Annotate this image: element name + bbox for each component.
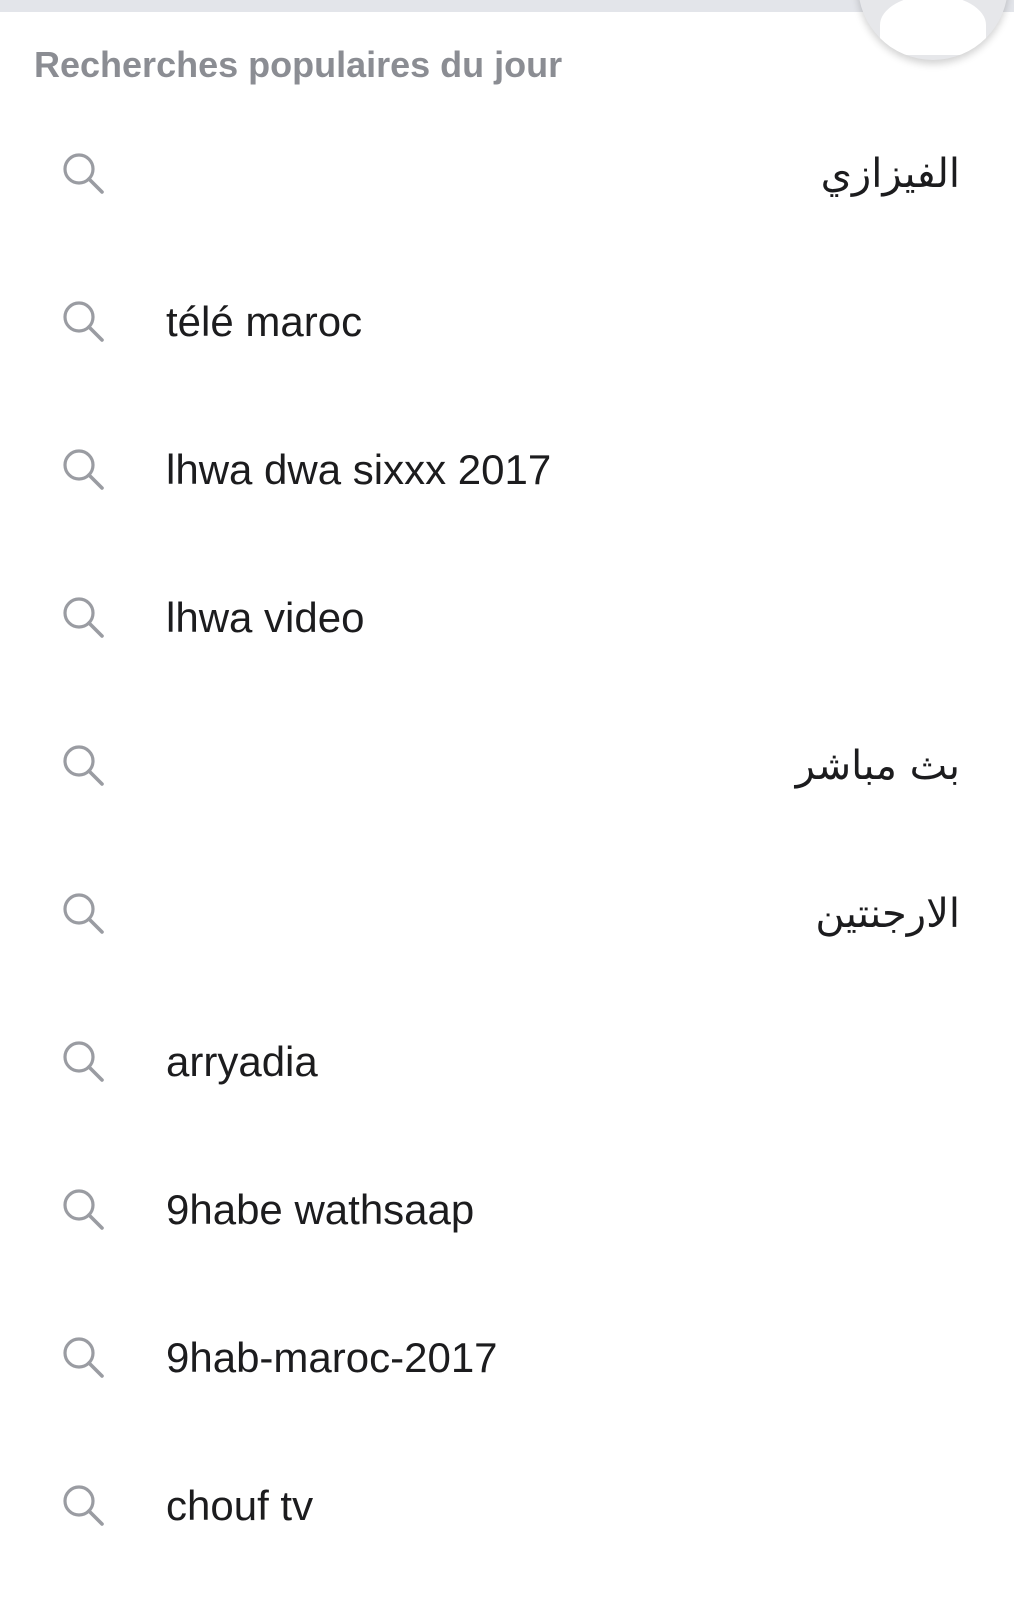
search-suggestion-label: بث مباشر [795,743,960,789]
search-icon [63,745,104,786]
search-suggestion-item[interactable]: lhwa dwa sixxx 2017 [0,396,1014,544]
search-suggestion-label: lhwa video [166,594,365,641]
search-suggestion-label: الارجنتين [815,891,960,937]
search-icon [63,1041,104,1082]
search-icon [63,1337,104,1378]
search-suggestion-item[interactable]: chouf tv [0,1432,1014,1580]
search-icon [63,449,104,490]
search-suggestion-item[interactable]: الفيزازي [0,100,1014,248]
search-suggestion-item[interactable]: 9habe wathsaap [0,1136,1014,1284]
search-suggestion-label: arryadia [166,1038,318,1085]
section-title: Recherches populaires du jour [34,44,563,85]
search-suggestion-label: télé maroc [166,298,363,345]
search-suggestion-label: 9habe wathsaap [166,1186,475,1233]
search-suggestion-label: الفيزازي [820,151,960,197]
profile-avatar[interactable] [858,0,1008,60]
search-suggestion-item[interactable]: الارجنتين [0,840,1014,988]
search-icon [63,1189,104,1230]
search-icon [63,893,104,934]
search-suggestion-label: 9hab-maroc-2017 [166,1334,498,1381]
search-suggestion-item[interactable]: بث مباشر [0,692,1014,840]
search-suggestion-item[interactable]: 9hab-maroc-2017 [0,1284,1014,1432]
search-icon [63,597,104,638]
search-suggestion-label: lhwa dwa sixxx 2017 [166,446,552,493]
trending-search-list: الفيزازي télé maroc lhwa dwa sixxx 2017 … [0,100,1014,1580]
search-suggestion-label: chouf tv [166,1482,314,1529]
search-icon [63,153,104,194]
search-icon [63,301,104,342]
search-suggestion-item[interactable]: arryadia [0,988,1014,1136]
search-suggestion-item[interactable]: télé maroc [0,248,1014,396]
search-suggestion-item[interactable]: lhwa video [0,544,1014,692]
search-icon [63,1485,104,1526]
